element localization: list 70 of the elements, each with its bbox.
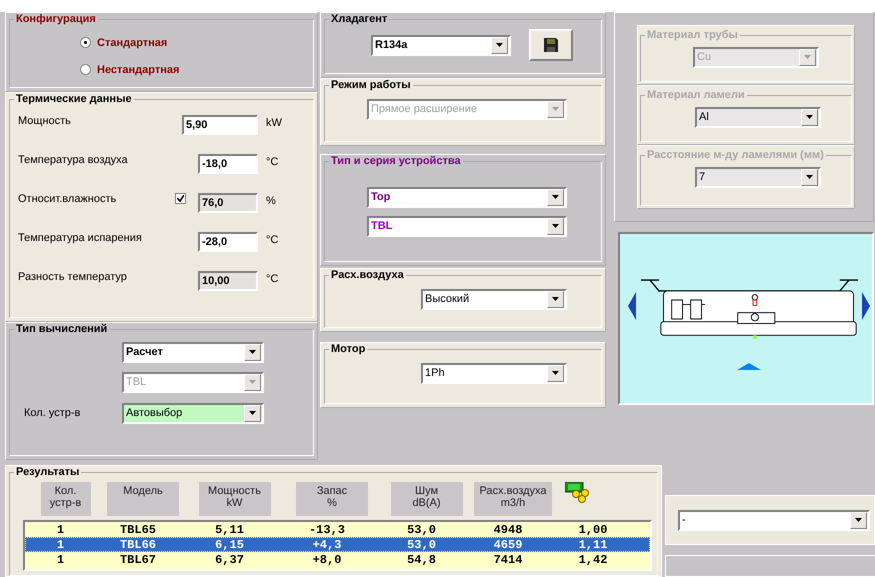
table-cell-text: 1 — [56, 552, 66, 566]
column-header: Расх.воздуха m3/h — [474, 482, 552, 516]
field-label: Температура испарения — [18, 232, 143, 244]
group-title: Режим работы — [330, 79, 412, 91]
table-cell-text: 1,11 — [578, 538, 608, 552]
dropdown[interactable]: 1Ph — [421, 362, 567, 384]
table-cell-text: 7414 — [492, 552, 524, 566]
table-cell-text: 4659 — [492, 538, 524, 552]
group-title: Конфигурация — [15, 13, 97, 25]
column-header: Модель — [107, 482, 179, 516]
table-cell-text: -13,3 — [308, 522, 346, 536]
group-title: Тип и серия устройства — [330, 155, 462, 167]
dropdown[interactable]: Top — [367, 186, 567, 208]
group-title: Термические данные — [15, 93, 133, 105]
table-cell-text: 1 — [56, 538, 66, 552]
table-cell-text: TBL66 — [118, 538, 157, 552]
dropdown[interactable]: Высокий — [421, 288, 567, 310]
radio-option[interactable]: Стандартная — [18, 29, 305, 56]
table-cell-text: TBL67 — [118, 552, 157, 566]
dropdown[interactable]: Расчет — [122, 342, 264, 362]
field-label: Относит.влажность — [18, 193, 118, 205]
table-cell-text: 5,11 — [214, 522, 245, 536]
table-cell-text: 1 — [56, 522, 66, 536]
input-field[interactable]: -28,0 — [198, 232, 258, 252]
table-cell-text: 53,0 — [406, 538, 437, 552]
field-label: Мощность — [18, 115, 72, 127]
dropdown[interactable]: - — [678, 510, 870, 530]
group-title: Материал трубы — [646, 29, 739, 41]
radio-option[interactable]: Нестандартная — [18, 56, 305, 83]
group-title: Мотор — [330, 343, 366, 355]
table-row[interactable]: 1 TBL66 6,15 +4,3 53,0 4659 1,11 — [25, 537, 650, 552]
radio-label: Стандартная — [97, 36, 168, 48]
unit-label: % — [266, 195, 276, 207]
group-title: Расх.воздуха — [330, 269, 405, 281]
input-field[interactable]: 10,00 — [198, 271, 258, 291]
table-cell-text: 53,0 — [406, 522, 437, 536]
table-cell-text: +4,3 — [312, 538, 342, 552]
unit-label: kW — [266, 117, 282, 129]
group-title: Расстояние м-ду ламелями (мм) — [646, 149, 825, 161]
dropdown[interactable]: 7 — [695, 166, 821, 188]
field-label: Разность температур — [18, 271, 128, 283]
group-title: Результаты — [15, 466, 80, 478]
radio-label: Нестандартная — [97, 64, 180, 76]
input-field[interactable]: 76,0 — [198, 193, 258, 213]
column-header: Кол. устр-в — [40, 482, 90, 516]
column-header: Запас % — [296, 482, 368, 516]
table-cell-text: 1,42 — [578, 552, 608, 566]
field-label: Кол. устр-в — [23, 407, 82, 419]
dropdown[interactable]: Автовыбор — [122, 402, 264, 424]
table-cell-text: +8,0 — [312, 552, 342, 566]
group-title: Хладагент — [330, 13, 388, 25]
input-field[interactable]: 5,90 — [182, 115, 258, 135]
unit-label: °C — [266, 273, 278, 285]
table-cell-text: 4948 — [492, 522, 524, 536]
dropdown[interactable]: Al — [695, 106, 821, 128]
table-cell-text: 6,37 — [214, 552, 245, 566]
unit-label: °C — [266, 156, 278, 168]
table-cell-text: 1,00 — [578, 522, 608, 536]
column-header: Шум dB(A) — [390, 482, 462, 516]
unit-label: °C — [266, 234, 278, 246]
group-title: Материал ламели — [646, 89, 746, 101]
dropdown[interactable]: R134a — [371, 34, 511, 56]
column-header: Мощность kW — [198, 482, 270, 516]
group-title: Тип вычислений — [15, 323, 108, 335]
dropdown[interactable]: TBL — [367, 216, 567, 236]
input-field[interactable]: -18,0 — [198, 154, 258, 174]
table-cell-text: 54,8 — [406, 552, 437, 566]
table-cell-text: TBL65 — [118, 522, 157, 536]
field-label: Температура воздуха — [18, 154, 129, 166]
table-cell-text: 6,15 — [214, 538, 245, 552]
